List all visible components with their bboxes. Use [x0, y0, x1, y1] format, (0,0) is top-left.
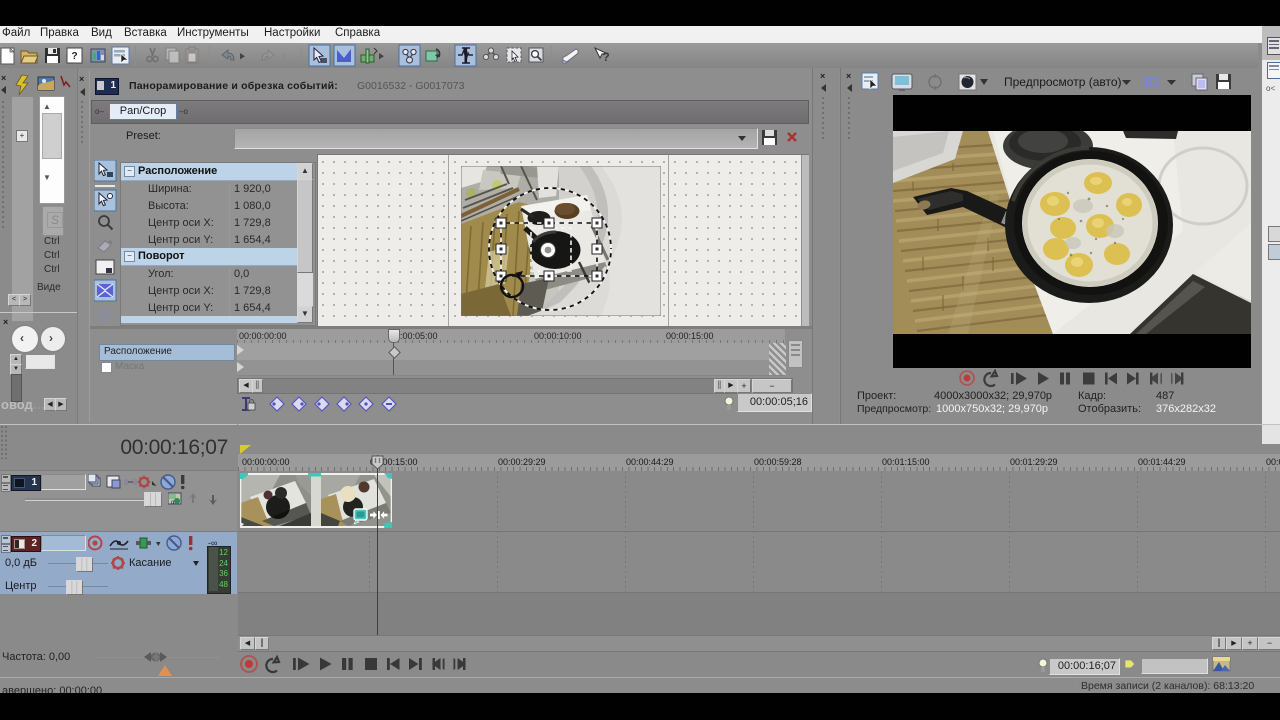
svg-text:?: ? [602, 50, 609, 64]
svg-text:α: α [171, 500, 175, 506]
svg-text:?: ? [71, 51, 77, 62]
svg-text:Предпросмотр (авто): Предпросмотр (авто) [1004, 75, 1122, 89]
